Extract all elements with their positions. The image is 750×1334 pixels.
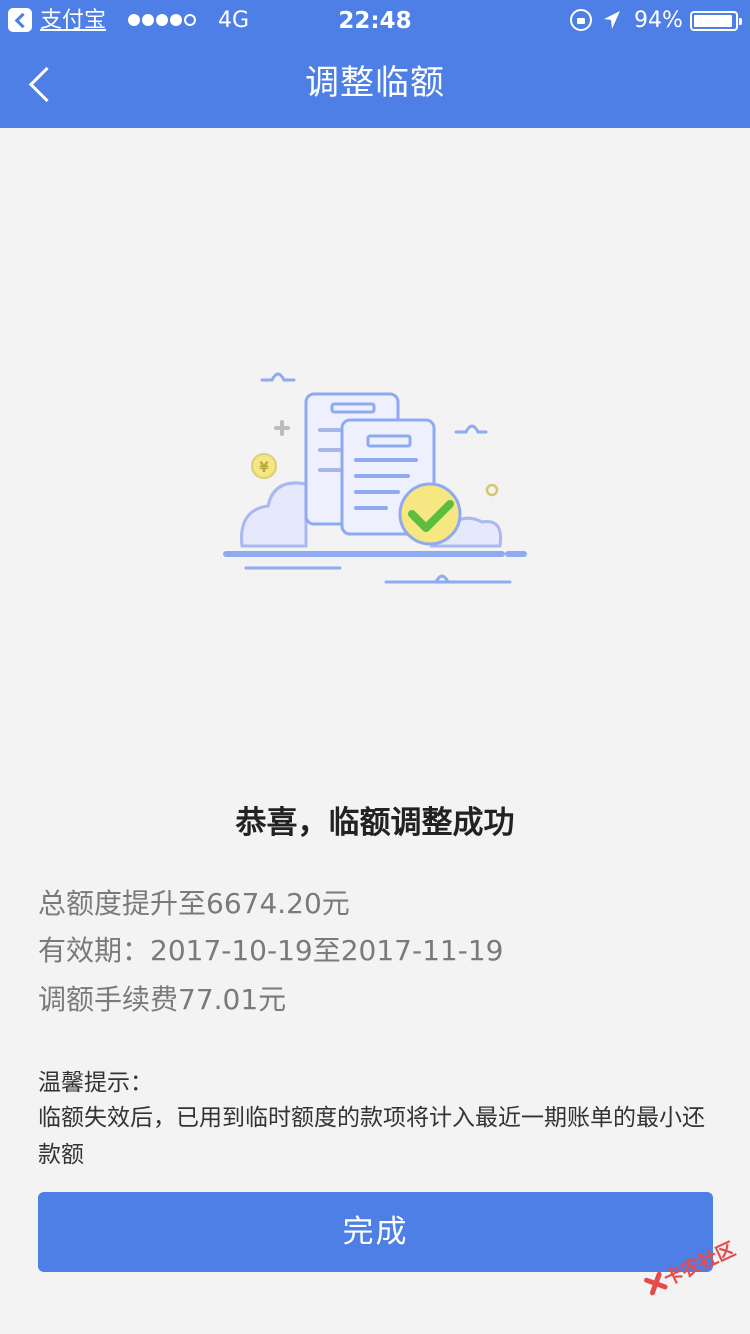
fee-text: 调额手续费77.01元: [38, 983, 287, 1016]
tip-body: 临额失效后，已用到临时额度的款项将计入最近一期账单的最小还款额: [38, 1105, 705, 1168]
validity-period-text: 有效期：2017-10-19至2017-11-19: [38, 934, 504, 967]
done-button[interactable]: 完成: [38, 1192, 713, 1272]
battery-percentage: 94%: [634, 8, 683, 33]
location-arrow-icon: [602, 8, 622, 32]
battery-icon: [690, 11, 742, 31]
tip-heading: 温馨提示：: [38, 1070, 153, 1096]
rotation-lock-icon: [570, 9, 592, 31]
page-title: 调整临额: [305, 63, 445, 103]
success-title: 恭喜，临额调整成功: [235, 805, 515, 841]
svg-text:¥: ¥: [259, 460, 269, 476]
total-limit-text: 总额度提升至6674.20元: [38, 887, 350, 920]
success-illustration: ¥: [220, 360, 530, 590]
status-bar: 支付宝 4G 22:48 94%: [0, 0, 750, 40]
app-header: 支付宝 4G 22:48 94% 调整临额: [0, 0, 750, 128]
